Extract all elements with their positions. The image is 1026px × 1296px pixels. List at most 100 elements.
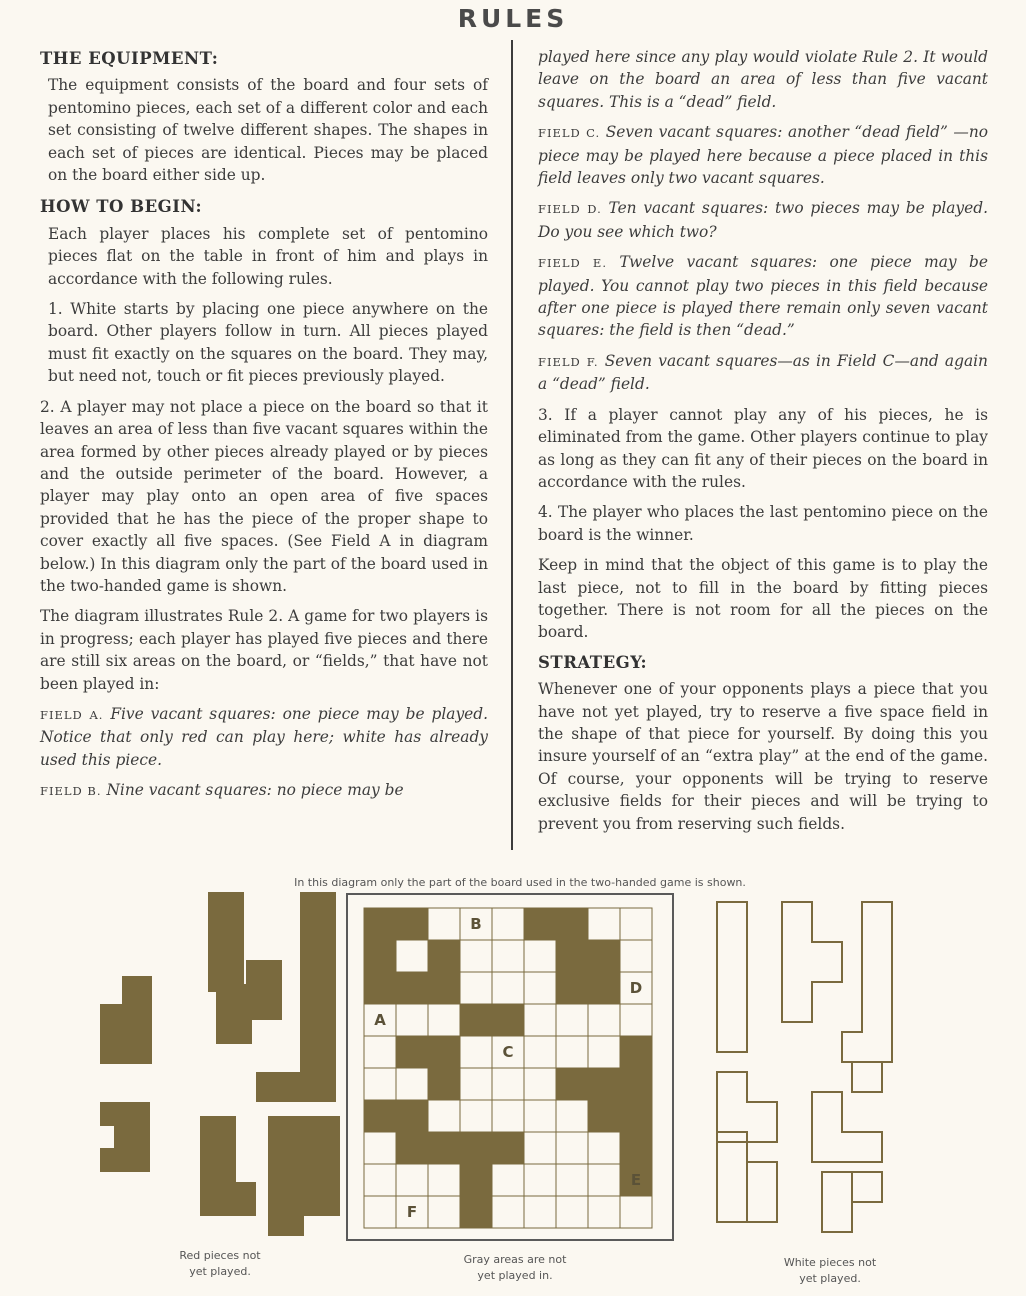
red-piece (122, 976, 152, 1064)
white-piece (821, 1171, 853, 1233)
field-f-text: Seven vacant squares—as in Field C—and a… (538, 351, 988, 394)
played-square (364, 908, 396, 940)
played-square (492, 1004, 524, 1036)
page-title: RULES (457, 4, 569, 33)
field-c-description: FIELD C. Seven vacant squares: another “… (538, 121, 988, 189)
red-piece (100, 1102, 150, 1172)
played-square (588, 972, 620, 1004)
field-label-d: D (630, 979, 642, 997)
rule-4: 4. The player who places the last pentom… (538, 503, 988, 544)
rule-3: 3. If a player cannot play any of his pi… (538, 405, 988, 491)
played-square (460, 1132, 492, 1164)
played-square (460, 1164, 492, 1196)
white-piece (851, 1061, 883, 1093)
white-pieces-illustration (716, 901, 893, 1233)
field-d-tag: FIELD D. (538, 202, 602, 217)
played-square (396, 1132, 428, 1164)
white-piece (781, 901, 843, 1023)
played-square (620, 1132, 652, 1164)
played-square (460, 1004, 492, 1036)
caption-red-line-2: yet played. (189, 1265, 251, 1278)
white-piece (716, 1131, 748, 1223)
played-square (460, 1196, 492, 1228)
played-square (588, 1068, 620, 1100)
played-square (428, 1068, 460, 1100)
diagram-caption-top: In this diagram only the part of the boa… (294, 876, 746, 889)
field-e-tag: FIELD E. (538, 256, 607, 271)
red-piece (246, 960, 282, 1020)
field-e-description: FIELD E. Twelve vacant squares: one piec… (538, 251, 988, 342)
red-piece (200, 1116, 236, 1216)
played-square (396, 972, 428, 1004)
white-piece (841, 901, 893, 1063)
field-b-text: Nine vacant squares: no piece may be (106, 781, 404, 800)
played-square (524, 908, 556, 940)
right-column: played here since any play would violate… (538, 46, 988, 843)
rule-1: 1. White starts by placing one piece any… (48, 300, 488, 386)
played-square (364, 940, 396, 972)
keep-in-mind-text: Keep in mind that the object of this gam… (538, 556, 988, 642)
field-a-tag: FIELD A. (40, 707, 104, 722)
field-label-b: B (470, 915, 481, 933)
equipment-heading: THE EQUIPMENT: (40, 49, 219, 68)
rule-2: 2. A player may not place a piece on the… (40, 397, 488, 595)
column-divider (511, 40, 513, 850)
played-square (396, 1036, 428, 1068)
played-square (620, 1100, 652, 1132)
caption-white-line-2: yet played. (799, 1272, 861, 1285)
white-piece (851, 1171, 883, 1203)
field-c-text: Seven vacant squares: another “dead fiel… (538, 123, 988, 188)
white-piece (811, 1091, 883, 1163)
played-square (620, 1068, 652, 1100)
field-label-f: F (407, 1203, 417, 1221)
caption-gray-line-1: Gray areas are not (463, 1253, 567, 1266)
how-to-begin-heading: HOW TO BEGIN: (40, 197, 203, 217)
caption-white-line-1: White pieces not (783, 1256, 877, 1269)
field-label-a: A (374, 1011, 386, 1029)
red-pieces-illustration (100, 892, 340, 1236)
played-square (556, 1068, 588, 1100)
red-piece (236, 1182, 256, 1216)
played-square (588, 940, 620, 972)
field-b-continued: played here since any play would violate… (538, 48, 988, 111)
red-piece (268, 1116, 304, 1236)
red-piece (304, 1116, 340, 1216)
caption-white: White pieces not yet played. (740, 1255, 920, 1287)
white-piece (716, 901, 748, 1053)
played-square (364, 1100, 396, 1132)
played-square (620, 1036, 652, 1068)
played-square (428, 972, 460, 1004)
field-f-tag: FIELD F. (538, 354, 599, 369)
strategy-heading: STRATEGY: (538, 652, 648, 672)
played-square (428, 1132, 460, 1164)
played-square (396, 1100, 428, 1132)
played-square (556, 940, 588, 972)
caption-gray-line-2: yet played in. (477, 1269, 553, 1282)
field-label-c: C (502, 1043, 513, 1061)
strategy-text: Whenever one of your opponents plays a p… (538, 680, 988, 833)
field-c-tag: FIELD C. (538, 126, 601, 141)
field-a-text: Five vacant squares: one piece may be pl… (40, 704, 488, 769)
caption-red: Red pieces not yet played. (140, 1248, 300, 1280)
field-b-description: FIELD B. Nine vacant squares: no piece m… (40, 779, 488, 802)
red-piece (208, 892, 244, 992)
diagram-intro: The diagram illustrates Rule 2. A game f… (40, 607, 488, 693)
field-a-description: FIELD A. Five vacant squares: one piece … (40, 703, 488, 771)
field-d-description: FIELD D. Ten vacant squares: two pieces … (538, 197, 988, 243)
played-square (492, 1132, 524, 1164)
played-square (428, 940, 460, 972)
played-square (556, 908, 588, 940)
played-square (396, 908, 428, 940)
played-square (588, 1100, 620, 1132)
equipment-text: The equipment consists of the board and … (48, 76, 488, 185)
field-label-e: E (631, 1171, 641, 1189)
white-piece (746, 1161, 778, 1223)
how-to-begin-text: Each player places his complete set of p… (48, 224, 488, 288)
caption-gray: Gray areas are not yet played in. (430, 1252, 600, 1284)
field-b-tag: FIELD B. (40, 784, 102, 799)
game-board-diagram: A B C D E F (363, 907, 653, 1229)
left-column: THE EQUIPMENT: The equipment consists of… (40, 48, 488, 811)
played-square (428, 1036, 460, 1068)
played-square (556, 972, 588, 1004)
field-d-text: Ten vacant squares: two pieces may be pl… (538, 199, 988, 241)
